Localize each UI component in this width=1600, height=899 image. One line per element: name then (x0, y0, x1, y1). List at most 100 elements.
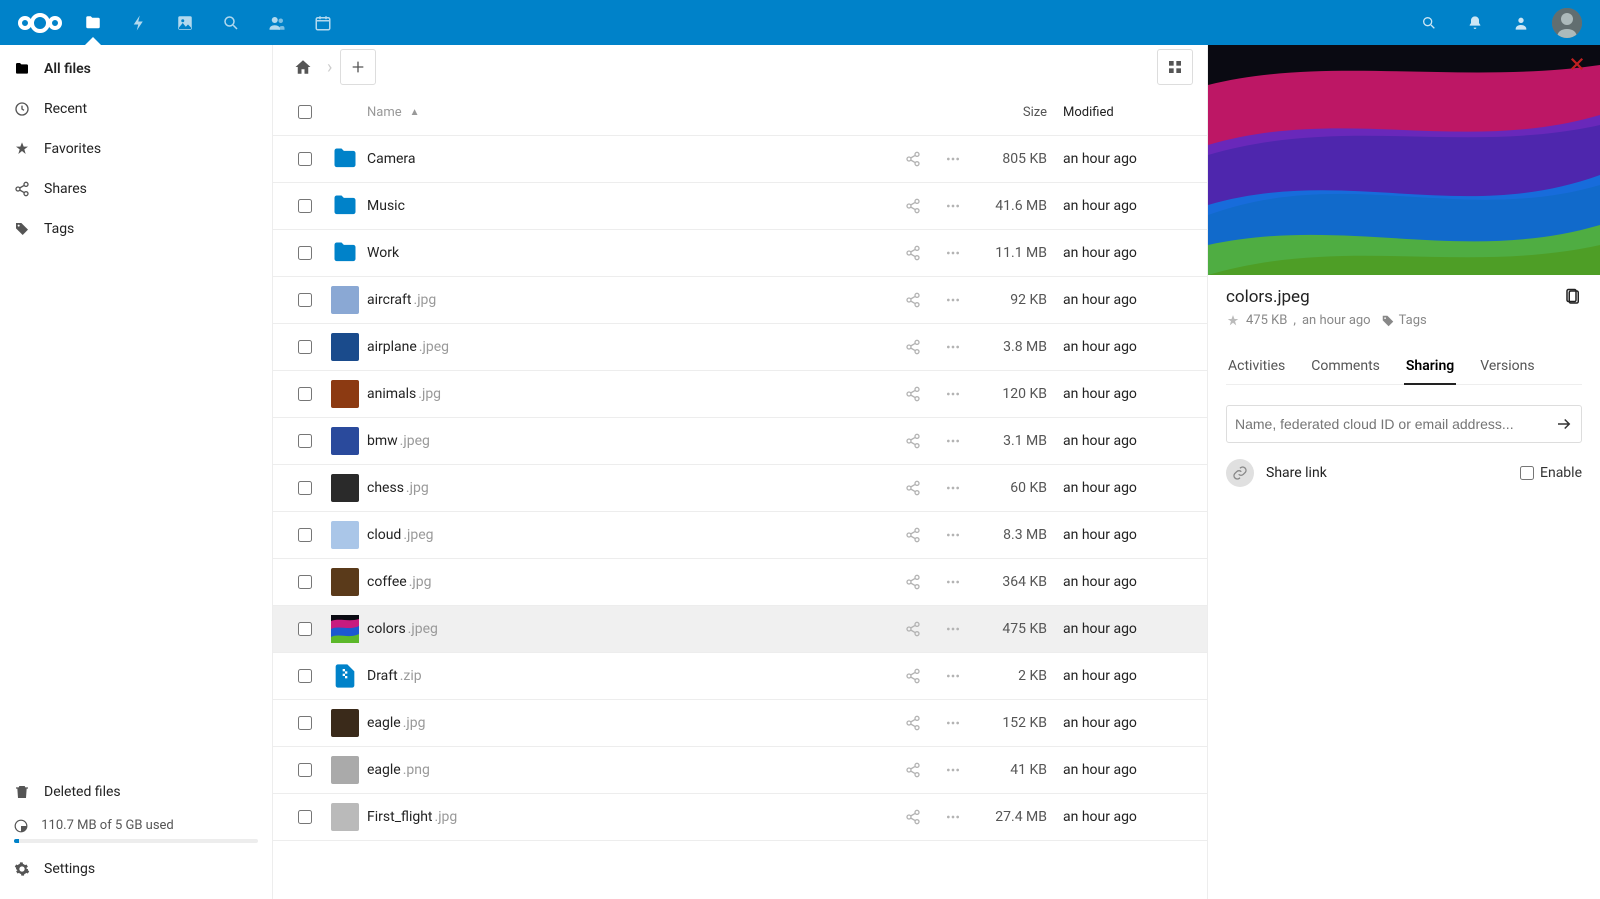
file-name[interactable]: Draft.zip (367, 668, 893, 684)
row-checkbox[interactable] (287, 152, 323, 166)
sidebar-item-favorites[interactable]: Favorites (0, 129, 272, 169)
share-button[interactable] (893, 527, 933, 543)
tab-activities[interactable]: Activities (1226, 350, 1287, 384)
row-checkbox[interactable] (287, 622, 323, 636)
details-tags-button[interactable]: Tags (1381, 313, 1427, 328)
nav-app-search[interactable] (208, 0, 254, 45)
favorite-star-button[interactable] (1226, 314, 1240, 328)
table-row[interactable]: eagle.jpg152 KBan hour ago (273, 700, 1207, 747)
table-row[interactable]: chess.jpg60 KBan hour ago (273, 465, 1207, 512)
sidebar-item-settings[interactable]: Settings (0, 849, 272, 889)
table-row[interactable]: Work11.1 MBan hour ago (273, 230, 1207, 277)
share-button[interactable] (893, 621, 933, 637)
file-name[interactable]: eagle.png (367, 762, 893, 778)
close-details-button[interactable] (1568, 55, 1586, 73)
user-menu[interactable] (1544, 0, 1590, 45)
row-checkbox[interactable] (287, 528, 323, 542)
nav-app-gallery[interactable] (162, 0, 208, 45)
new-button[interactable] (340, 49, 376, 85)
nav-app-files[interactable] (70, 0, 116, 45)
clipboard-button[interactable] (1564, 288, 1582, 306)
row-checkbox[interactable] (287, 340, 323, 354)
row-checkbox[interactable] (287, 716, 323, 730)
row-checkbox[interactable] (287, 434, 323, 448)
tab-sharing[interactable]: Sharing (1404, 350, 1456, 384)
more-actions-button[interactable] (933, 245, 973, 261)
sidebar-item-recent[interactable]: Recent (0, 89, 272, 129)
share-button[interactable] (893, 715, 933, 731)
row-checkbox[interactable] (287, 199, 323, 213)
table-row[interactable]: bmw.jpeg3.1 MBan hour ago (273, 418, 1207, 465)
tab-versions[interactable]: Versions (1478, 350, 1536, 384)
view-toggle-button[interactable] (1157, 49, 1193, 85)
file-name[interactable]: chess.jpg (367, 480, 893, 496)
table-row[interactable]: Music41.6 MBan hour ago (273, 183, 1207, 230)
share-button[interactable] (893, 292, 933, 308)
file-name[interactable]: Work (367, 245, 893, 261)
file-name[interactable]: Music (367, 198, 893, 214)
share-submit-button[interactable] (1555, 415, 1573, 433)
contacts-menu-button[interactable] (1498, 0, 1544, 45)
share-button[interactable] (893, 668, 933, 684)
more-actions-button[interactable] (933, 809, 973, 825)
table-row[interactable]: Camera805 KBan hour ago (273, 136, 1207, 183)
nav-app-calendar[interactable] (300, 0, 346, 45)
more-actions-button[interactable] (933, 339, 973, 355)
share-button[interactable] (893, 339, 933, 355)
notifications-button[interactable] (1452, 0, 1498, 45)
more-actions-button[interactable] (933, 574, 973, 590)
table-row[interactable]: cloud.jpeg8.3 MBan hour ago (273, 512, 1207, 559)
row-checkbox[interactable] (287, 387, 323, 401)
table-row[interactable]: First_flight.jpg27.4 MBan hour ago (273, 794, 1207, 841)
file-name[interactable]: Camera (367, 151, 893, 167)
sidebar-item-shares[interactable]: Shares (0, 169, 272, 209)
share-button[interactable] (893, 198, 933, 214)
table-row[interactable]: Draft.zip2 KBan hour ago (273, 653, 1207, 700)
table-row[interactable]: animals.jpg120 KBan hour ago (273, 371, 1207, 418)
sidebar-item-tags[interactable]: Tags (0, 209, 272, 249)
row-checkbox[interactable] (287, 763, 323, 777)
row-checkbox[interactable] (287, 246, 323, 260)
file-name[interactable]: airplane.jpeg (367, 339, 893, 355)
file-name[interactable]: coffee.jpg (367, 574, 893, 590)
file-name[interactable]: aircraft.jpg (367, 292, 893, 308)
more-actions-button[interactable] (933, 621, 973, 637)
select-all-checkbox[interactable] (287, 105, 323, 119)
sidebar-item-deleted[interactable]: Deleted files (0, 772, 272, 812)
share-button[interactable] (893, 762, 933, 778)
more-actions-button[interactable] (933, 480, 973, 496)
file-name[interactable]: First_flight.jpg (367, 809, 893, 825)
file-name[interactable]: colors.jpeg (367, 621, 893, 637)
file-name[interactable]: animals.jpg (367, 386, 893, 402)
share-link-enable-toggle[interactable]: Enable (1520, 465, 1582, 481)
share-button[interactable] (893, 809, 933, 825)
more-actions-button[interactable] (933, 668, 973, 684)
more-actions-button[interactable] (933, 292, 973, 308)
row-checkbox[interactable] (287, 575, 323, 589)
row-checkbox[interactable] (287, 810, 323, 824)
table-row[interactable]: aircraft.jpg92 KBan hour ago (273, 277, 1207, 324)
share-button[interactable] (893, 480, 933, 496)
more-actions-button[interactable] (933, 715, 973, 731)
nav-app-activity[interactable] (116, 0, 162, 45)
table-row[interactable]: coffee.jpg364 KBan hour ago (273, 559, 1207, 606)
nav-app-contacts[interactable] (254, 0, 300, 45)
share-search-input[interactable] (1235, 416, 1555, 432)
more-actions-button[interactable] (933, 433, 973, 449)
tab-comments[interactable]: Comments (1309, 350, 1382, 384)
more-actions-button[interactable] (933, 198, 973, 214)
more-actions-button[interactable] (933, 762, 973, 778)
share-button[interactable] (893, 245, 933, 261)
breadcrumb-home[interactable] (287, 51, 319, 83)
more-actions-button[interactable] (933, 151, 973, 167)
share-button[interactable] (893, 386, 933, 402)
share-button[interactable] (893, 433, 933, 449)
row-checkbox[interactable] (287, 669, 323, 683)
column-header-name[interactable]: Name ▲ (367, 105, 893, 120)
share-button[interactable] (893, 151, 933, 167)
table-row[interactable]: colors.jpeg475 KBan hour ago (273, 606, 1207, 653)
column-header-size[interactable]: Size (973, 105, 1063, 120)
more-actions-button[interactable] (933, 527, 973, 543)
row-checkbox[interactable] (287, 293, 323, 307)
share-button[interactable] (893, 574, 933, 590)
